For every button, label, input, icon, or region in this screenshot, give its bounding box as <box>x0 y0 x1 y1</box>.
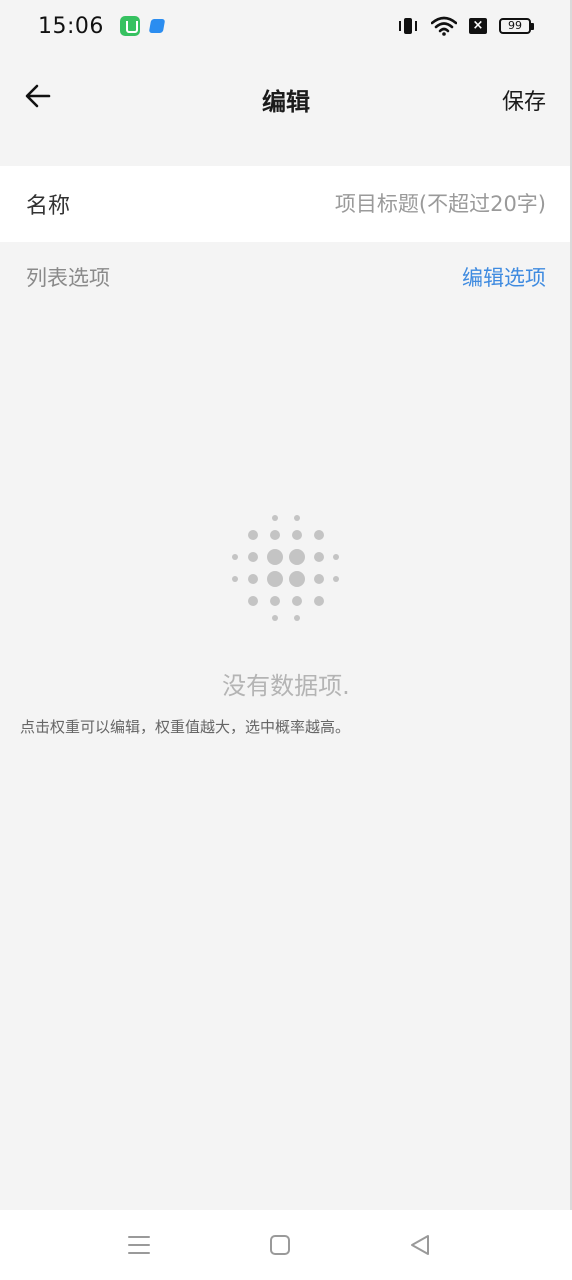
arrow-left-icon <box>25 84 51 108</box>
back-button[interactable] <box>20 78 56 114</box>
status-time: 15:06 <box>38 13 104 39</box>
edit-options-button[interactable]: 编辑选项 <box>462 262 546 292</box>
dot-grid-icon <box>232 515 339 621</box>
wifi-icon <box>431 16 457 36</box>
battery-level: 99 <box>499 18 531 34</box>
status-bar: 15:06 × 99 <box>0 0 572 52</box>
app-notification-green-icon <box>119 16 140 36</box>
page-title: 编辑 <box>262 87 310 116</box>
menu-icon[interactable] <box>127 1233 151 1257</box>
home-icon[interactable] <box>268 1233 292 1257</box>
empty-state-text: 没有数据项. <box>222 672 350 700</box>
save-button[interactable]: 保存 <box>502 84 546 116</box>
app-notification-blue-icon <box>148 19 166 33</box>
screen: 15:06 × 99 编辑 保存 名称 项目标题(不超过20字) 列表选项 编辑… <box>0 0 572 1280</box>
back-triangle-icon[interactable] <box>408 1233 432 1257</box>
name-label: 名称 <box>26 194 71 219</box>
name-input[interactable] <box>216 192 546 216</box>
notification-icons <box>119 16 166 36</box>
weight-hint-text: 点击权重可以编辑，权重值越大，选中概率越高。 <box>20 718 351 736</box>
list-options-header: 列表选项 编辑选项 <box>0 250 572 304</box>
vibrate-icon <box>397 16 419 36</box>
list-options-label: 列表选项 <box>26 266 110 290</box>
name-row: 名称 <box>0 166 572 242</box>
no-sim-icon: × <box>469 18 487 34</box>
header: 编辑 保存 <box>0 52 572 146</box>
navigation-bar <box>0 1210 572 1280</box>
system-icons: × 99 <box>397 16 534 36</box>
battery-icon: 99 <box>499 18 534 34</box>
